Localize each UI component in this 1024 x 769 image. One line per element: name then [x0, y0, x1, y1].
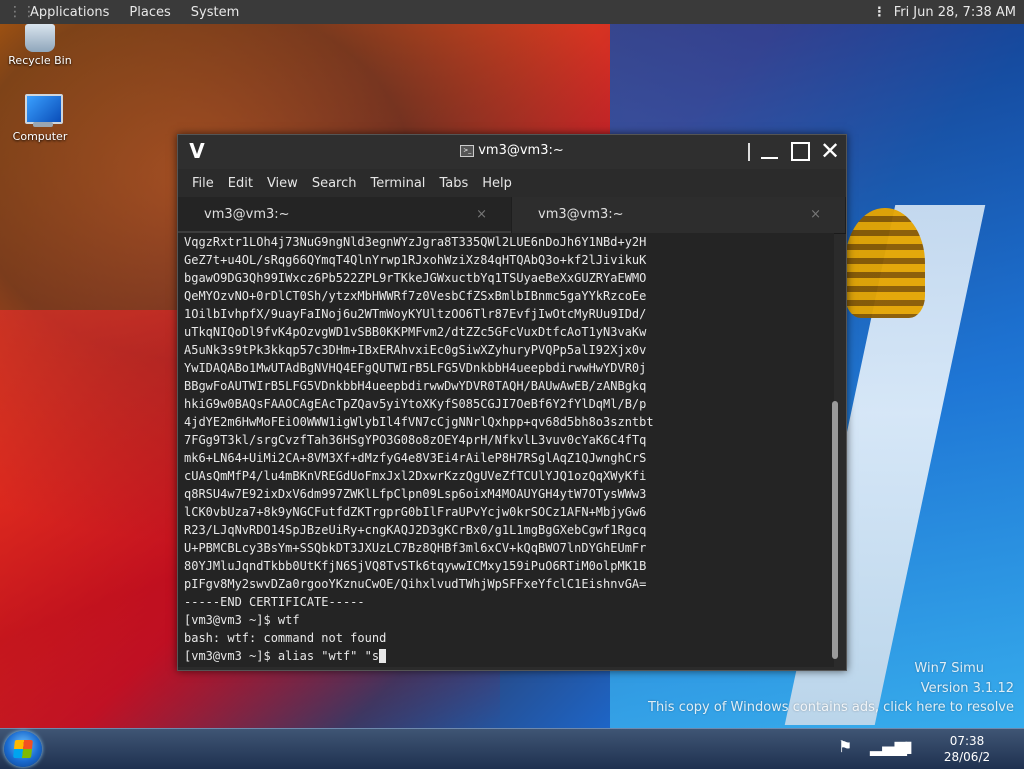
tab-1[interactable]: vm3@vm3:~ ×	[178, 197, 512, 233]
terminal-line: 4jdYE2m6HwMoFEiO0WWW1igWlybIl4fVN7cCjgNN…	[184, 415, 654, 429]
desktop-icon-computer[interactable]: Computer	[5, 94, 75, 143]
minimize-button[interactable]	[758, 140, 782, 162]
terminal-line: 80YJMluJqndTkbb0UtKfjN6SjVQ8TvSTk6tqywwI…	[184, 559, 647, 573]
desktop-icon-label: Computer	[12, 130, 68, 143]
top-panel: ⋮⋮ Applications Places System ⋮ Fri Jun …	[0, 0, 1024, 24]
scrollbar[interactable]	[832, 401, 838, 659]
window-title: >_ vm3@vm3:~	[178, 143, 846, 158]
terminal-line: -----END CERTIFICATE-----	[184, 595, 365, 609]
terminal-line: [vm3@vm3 ~]$ wtf	[184, 613, 300, 627]
apps-grid-icon[interactable]: ⋮⋮	[8, 4, 36, 20]
terminal-line: QeMYOzvNO+0rDlCT0Sh/ytzxMbHWWRf7z0VesbCf…	[184, 289, 647, 303]
taskbar-clock[interactable]: 07:38 28/06/2	[932, 733, 1002, 765]
terminal-line: U+PBMCBLcy3BsYm+SSQbkDT3JXUzLC7Bz8QHBf3m…	[184, 541, 647, 555]
terminal-line: A5uNk3s9tPk3kkqp57c3DHm+IBxERAhvxiEc0gSi…	[184, 343, 647, 357]
network-signal-icon[interactable]: ▂▄▆	[870, 737, 907, 756]
tab-2[interactable]: vm3@vm3:~ ×	[512, 197, 846, 233]
terminal-line: lCK0vbUza7+8k9yNGCFutfdZKTrgprG0bIlFraUP…	[184, 505, 647, 519]
terminal-line: mk6+LN64+UiMi2CA+8VM3Xf+dMzfyG4e8V3Ei4rA…	[184, 451, 647, 465]
watermark-version: Version 3.1.12	[920, 681, 1014, 696]
panel-clock[interactable]: Fri Jun 28, 7:38 AM	[894, 5, 1016, 20]
battery-icon[interactable]: ▮	[904, 737, 913, 756]
titlebar-separator	[748, 143, 750, 161]
terminal-line: bash: wtf: command not found	[184, 631, 387, 645]
terminal-icon: >_	[460, 144, 475, 157]
terminal-line: BBgwFoAUTWIrB5LFG5VDnkbbH4ueepbdirwwDwYD…	[184, 379, 647, 393]
watermark-notice[interactable]: This copy of Windows contains ads, click…	[648, 700, 1014, 715]
menu-search[interactable]: Search	[312, 176, 357, 191]
text-cursor	[379, 649, 387, 663]
menu-terminal[interactable]: Terminal	[370, 176, 425, 191]
menu-places[interactable]: Places	[129, 5, 170, 20]
menu-view[interactable]: View	[267, 176, 298, 191]
terminal-line: cUAsQmMfP4/lu4mBKnVREGdUoFmxJxl2DxwrKzzQ…	[184, 469, 647, 483]
wallpaper-needle-top	[845, 208, 925, 318]
menu-help[interactable]: Help	[482, 176, 512, 191]
prompt-line[interactable]: [vm3@vm3 ~]$ alias "wtf" "s	[184, 647, 834, 665]
tab-close-icon[interactable]: ×	[810, 197, 821, 233]
terminal-line: VqgzRxtr1LOh4j73NuG9ngNld3egnWYzJgra8T33…	[184, 235, 647, 249]
computer-icon	[19, 94, 63, 128]
menu-tabs[interactable]: Tabs	[439, 176, 468, 191]
terminal-window: V >_ vm3@vm3:~ ✕ File Edit View Search Te…	[177, 134, 847, 671]
terminal-line: 1OilbIvhpfX/9uayFaINoj6u2WTmWoyKYUltzOO6…	[184, 307, 647, 321]
desktop-icon-recycle-bin[interactable]: Recycle Bin	[5, 24, 75, 67]
recycle-bin-icon	[25, 24, 55, 52]
terminal-line: pIFgv8My2swvDZa0rgooYKznuCwOE/QihxlvudTW…	[184, 577, 647, 591]
terminal-line: YwIDAQABo1MwUTAdBgNVHQ4EFgQUTWIrB5LFG5VD…	[184, 361, 647, 375]
watermark-title: Win7 Simu	[914, 661, 984, 676]
action-center-flag-icon[interactable]: ⚑	[838, 737, 852, 756]
terminal-line: uTkqNIQoDl9fvK4pOzvgWD1vSBB0KKPMFvm2/dtZ…	[184, 325, 647, 339]
title-bar[interactable]: V >_ vm3@vm3:~ ✕	[178, 135, 846, 169]
terminal-output[interactable]: VqgzRxtr1LOh4j73NuG9ngNld3egnWYzJgra8T33…	[178, 233, 834, 667]
menu-applications[interactable]: Applications	[30, 5, 109, 20]
taskbar: ⚑ ▂▄▆ ▮ 07:38 28/06/2	[0, 728, 1024, 769]
taskbar-time: 07:38	[949, 734, 985, 748]
menu-bar: File Edit View Search Terminal Tabs Help	[178, 169, 846, 197]
tab-bar: vm3@vm3:~ × vm3@vm3:~ ×	[178, 197, 846, 234]
terminal-line: bgawO9DG3Qh99IWxcz6Pb522ZPL9rTKkeJGWxuct…	[184, 271, 647, 285]
panel-menu-icon[interactable]: ⋮	[873, 5, 886, 20]
terminal-line: q8RSU4w7E92ixDxV6dm997ZWKlLfpClpn09Lsp6o…	[184, 487, 647, 501]
desktop-icon-label: Recycle Bin	[8, 54, 72, 67]
close-button[interactable]: ✕	[818, 139, 842, 163]
tab-close-icon[interactable]: ×	[476, 197, 487, 233]
terminal-line: GeZ7t+u4OL/sRqg66QYmqT4QlnYrwp1RJxohWziX…	[184, 253, 647, 267]
menu-system[interactable]: System	[191, 5, 239, 20]
menu-edit[interactable]: Edit	[228, 176, 253, 191]
tab-label: vm3@vm3:~	[204, 207, 290, 222]
terminal-line: hkiG9w0BAQsFAAOCAgEAcTpZQav5yiYtoXKyfS08…	[184, 397, 647, 411]
terminal-line: R23/LJqNvRDO14SpJBzeUiRy+cngKAQJ2D3gKCrB…	[184, 523, 647, 537]
start-button[interactable]	[4, 731, 42, 767]
terminal-line: 7FGg9T3kl/srgCvzfTah36HSgYPO3G08o8zOEY4p…	[184, 433, 647, 447]
tab-label: vm3@vm3:~	[538, 207, 624, 222]
menu-file[interactable]: File	[192, 176, 214, 191]
maximize-button[interactable]	[788, 140, 812, 162]
taskbar-date: 28/06/2	[943, 750, 991, 764]
